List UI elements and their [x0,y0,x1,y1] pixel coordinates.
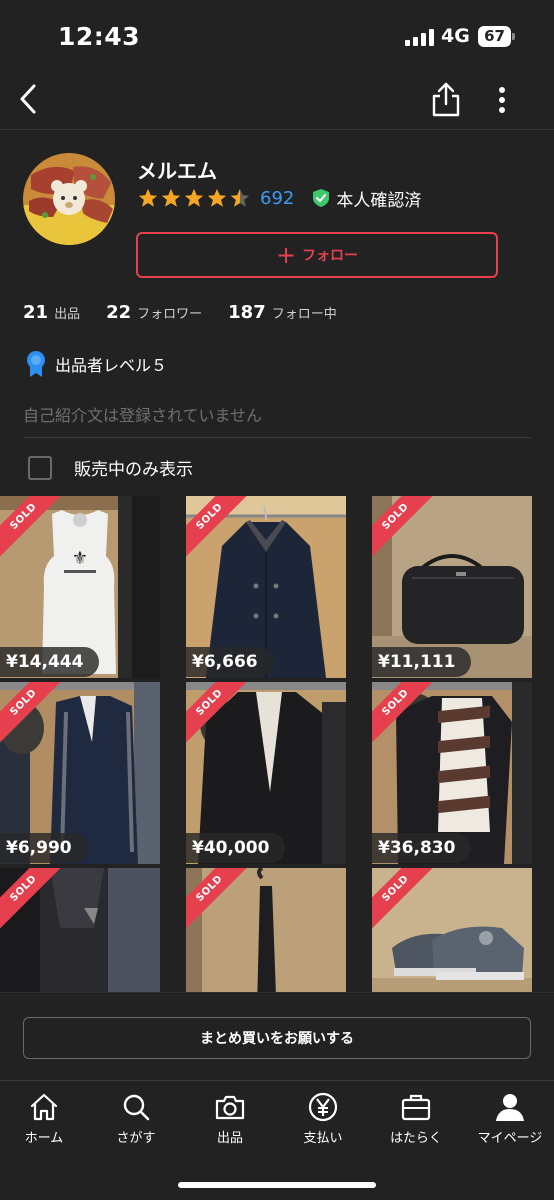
signal-strength-icon [405,29,435,46]
status-bar: 12:43 4G 67 [0,0,554,70]
tab-label: さがす [116,1131,156,1146]
price-tag: ¥6,666 [186,647,274,677]
tab-label: 出品 [216,1131,243,1146]
followers-label[interactable]: フォロワー [137,303,202,322]
bio-placeholder: 自己紹介文は登録されていません [23,406,263,425]
price-tag: ¥11,111 [372,647,472,677]
item-card[interactable]: SOLD [372,868,532,992]
item-card[interactable]: SOLD ¥40,000 [186,682,346,864]
chevron-left-icon[interactable] [14,80,44,118]
tab-sell[interactable]: 出品 [184,1091,276,1151]
verified-label: 本人確認済 [336,190,422,211]
item-card[interactable]: SOLD ¥11,111 [372,496,532,678]
rating-row[interactable]: 692 本人確認済 [137,186,422,211]
avatar[interactable] [23,153,115,245]
app-header [0,70,554,130]
review-count[interactable]: 692 [260,188,294,209]
tab-home[interactable]: ホーム [0,1091,90,1151]
item-card[interactable]: SOLD [0,868,160,992]
seller-level-row[interactable]: 出品者レベル５ [25,350,167,378]
battery-icon: 67 [478,26,515,47]
item-card[interactable]: SOLD [186,868,346,992]
yen-icon [308,1092,338,1122]
follow-button[interactable]: + フォロー [136,232,498,278]
vertical-ellipsis-icon[interactable] [490,82,514,118]
seller-level-label: 出品者レベル５ [55,356,168,375]
person-icon [496,1094,524,1121]
on-sale-checkbox[interactable] [28,455,52,480]
briefcase-icon [401,1094,431,1121]
tab-label: 支払い [303,1131,343,1146]
svg-text:⚜: ⚜ [72,548,88,569]
tab-mypage[interactable]: マイページ [464,1091,554,1151]
bundle-request-area: まとめ買いをお願いする [0,992,554,1080]
star-icon [207,188,227,207]
tab-label: マイページ [477,1131,543,1146]
camera-icon [215,1095,245,1120]
item-card[interactable]: SOLD ¥6,666 [186,496,346,678]
tab-label: ホーム [24,1131,64,1146]
item-card[interactable]: SOLD ¥6,990 [0,682,160,864]
stats-row: 21 出品 22 フォロワー 187 フォロー中 [23,302,363,323]
search-icon [123,1094,150,1121]
followers-count[interactable]: 22 [106,302,131,323]
home-icon [30,1093,58,1121]
tab-work[interactable]: はたらく [370,1091,462,1151]
on-sale-filter-label: 販売中のみ表示 [74,460,193,480]
follow-button-label: フォロー [302,248,359,264]
share-icon[interactable] [430,80,462,118]
tab-search[interactable]: さがす [90,1091,182,1151]
battery-level: 67 [478,26,511,47]
price-tag: ¥36,830 [372,833,472,863]
bundle-request-button[interactable]: まとめ買いをお願いする [23,1017,531,1059]
following-count[interactable]: 187 [228,302,266,323]
star-half-icon [230,188,250,207]
item-card[interactable]: ⚜ SOLD ¥14,444 [0,496,160,678]
plus-icon: + [275,241,297,269]
home-indicator [178,1182,376,1188]
tab-bar: ホーム さがす 出品 支払い はたらく マイページ [0,1080,554,1200]
star-icon [138,188,158,207]
status-time: 12:43 [58,22,141,51]
network-label: 4G [441,25,470,47]
listings-count[interactable]: 21 [23,302,48,323]
star-icon [161,188,181,207]
item-grid: ⚜ SOLD ¥14,444 SOLD ¥6,666 SOLD ¥11,111 … [0,496,554,992]
price-tag: ¥14,444 [0,647,100,677]
on-sale-filter[interactable]: 販売中のみ表示 [28,455,193,480]
price-tag: ¥6,990 [0,833,88,863]
tab-label: はたらく [390,1131,442,1146]
listings-label[interactable]: 出品 [54,303,80,322]
medal-icon [27,351,45,377]
divider [23,437,531,438]
price-tag: ¥40,000 [186,833,286,863]
tab-payment[interactable]: 支払い [277,1091,369,1151]
user-name: メルエム [137,159,217,183]
star-icon [184,188,204,207]
verified-shield-icon [313,189,330,207]
item-card[interactable]: SOLD ¥36,830 [372,682,532,864]
following-label[interactable]: フォロー中 [272,303,337,322]
